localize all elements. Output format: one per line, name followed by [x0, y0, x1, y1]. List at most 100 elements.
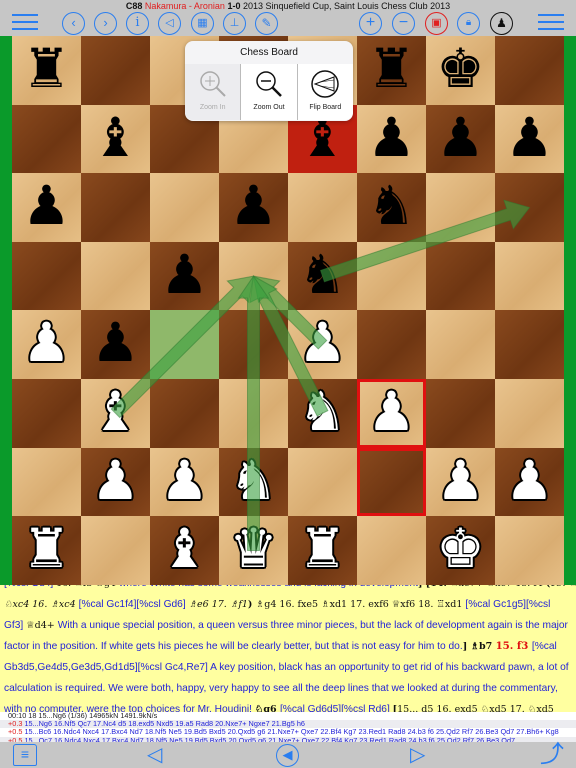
black-pawn-g7[interactable]: ♟ [426, 105, 495, 174]
square-a5[interactable] [12, 241, 81, 311]
menu-right-icon[interactable] [538, 14, 564, 32]
square-a7[interactable] [12, 104, 81, 174]
white-rook-e1[interactable]: ♜ [288, 516, 357, 585]
zoom-minus-icon[interactable]: − [392, 12, 415, 35]
zoom-in-option[interactable]: Zoom In [185, 64, 241, 120]
square-g4[interactable] [426, 310, 495, 379]
white-pawn-e4[interactable]: ♟ [288, 310, 357, 379]
board-icon[interactable]: ▦ [191, 12, 214, 35]
flip-board-option[interactable]: Flip Board [296, 64, 353, 120]
info-icon[interactable]: i [126, 12, 149, 35]
square-b6[interactable] [81, 173, 150, 242]
square-e2[interactable] [288, 447, 357, 517]
forward-icon[interactable]: › [94, 12, 117, 35]
white-pawn-f3[interactable]: ♟ [357, 379, 426, 448]
annotation-move[interactable]: ] [14. [418, 585, 450, 589]
white-pawn-g2[interactable]: ♟ [426, 448, 495, 517]
result: 1-0 [227, 1, 241, 11]
square-h3[interactable] [495, 379, 564, 448]
engine-line[interactable]: +0.5 15...Bc6 16.Ndc4 Nxc4 17.Bxc4 Nd7 1… [0, 728, 576, 737]
square-g3[interactable] [426, 379, 495, 448]
white-pawn-a4[interactable]: ♟ [12, 310, 81, 379]
annotation-move[interactable]: ♗g4 16. fxe5 ♗xd1 17. exf6 ♕xf6 18. ♖xd1 [256, 599, 466, 610]
white-pawn-b2[interactable]: ♟ [81, 448, 150, 517]
engine-chip-icon[interactable]: ▣ [425, 12, 448, 35]
square-g5[interactable] [426, 241, 495, 311]
white-knight-d2[interactable]: ♞ [219, 448, 288, 517]
square-g6[interactable] [426, 173, 495, 242]
square-b1[interactable] [81, 516, 150, 585]
square-h4[interactable] [495, 310, 564, 379]
home-menu-icon[interactable]: ≡ [13, 744, 37, 766]
black-rook-f8[interactable]: ♜ [357, 36, 426, 105]
share-icon[interactable]: ⤴ [540, 743, 564, 767]
black-king-g8[interactable]: ♚ [426, 36, 495, 105]
black-pawn-c5[interactable]: ♟ [150, 242, 219, 311]
white-bishop-c1[interactable]: ♝ [150, 516, 219, 585]
black-knight-f6[interactable]: ♞ [357, 173, 426, 242]
annotation-move[interactable]: 15. ♘c4 [550, 585, 576, 589]
engine-score: +0.3 [8, 720, 23, 729]
eco-code: C88 [125, 1, 143, 11]
black-pawn-a6[interactable]: ♟ [12, 173, 81, 242]
menu-icon[interactable] [12, 14, 38, 32]
engine-line[interactable]: +0.3 15...Ng6 16.Nf5 Qc7 17.Nc4 d5 18.ex… [0, 720, 576, 729]
annotation-move[interactable]: ♘xc4 16. ♗xc4 [4, 599, 79, 610]
black-rook-a8[interactable]: ♜ [12, 36, 81, 105]
analysis-icon[interactable]: ⊥ [223, 12, 246, 35]
white-bishop-b3[interactable]: ♝ [81, 379, 150, 448]
annotation-move[interactable]: ) [248, 599, 256, 610]
square-d4[interactable] [219, 310, 288, 379]
square-b5[interactable] [81, 241, 150, 311]
square-h1[interactable] [495, 516, 564, 585]
annotation-move[interactable]: 16. ♘f3 ♗g4 [56, 585, 119, 589]
flip-icon[interactable]: ◁ [158, 12, 181, 35]
white-pawn-h2[interactable]: ♟ [495, 448, 564, 517]
annotation-move[interactable]: ] ♗b7 [463, 641, 496, 652]
next-move-icon[interactable]: ▷ [410, 744, 425, 766]
square-h6[interactable] [495, 173, 564, 242]
square-c4[interactable] [150, 310, 219, 379]
square-h5[interactable] [495, 241, 564, 311]
square-d5[interactable] [219, 241, 288, 311]
settings-wrench-icon[interactable]: ✎ [255, 12, 278, 35]
white-knight-e3[interactable]: ♞ [288, 379, 357, 448]
bottom-toolbar: ≡ ◁ ◀ ▷ ⤴ [0, 742, 576, 768]
annotation-move[interactable]: ♕d4+ [26, 620, 58, 631]
square-h8[interactable] [495, 36, 564, 105]
white-rook-a1[interactable]: ♜ [12, 516, 81, 585]
black-pawn-h7[interactable]: ♟ [495, 105, 564, 174]
black-pawn-b4[interactable]: ♟ [81, 310, 150, 379]
annotation-move[interactable]: ♗e6 17. ♗f1 [189, 599, 248, 610]
square-c6[interactable] [150, 173, 219, 242]
annotation-move[interactable]: ♘xe7+ ♕xe7 15. f4 [450, 585, 546, 589]
flip-icon[interactable]: ◀ [276, 744, 299, 767]
annotation-move[interactable]: ♘g6 [255, 704, 280, 712]
zoom-out-option[interactable]: Zoom Out [240, 64, 297, 120]
prev-move-icon[interactable]: ◁ [147, 744, 162, 766]
square-f1[interactable] [357, 516, 426, 585]
black-bishop-b7[interactable]: ♝ [81, 105, 150, 174]
square-f4[interactable] [357, 310, 426, 379]
square-e6[interactable] [288, 173, 357, 242]
black-pawn-f7[interactable]: ♟ [357, 105, 426, 174]
black-pawn-d6[interactable]: ♟ [219, 173, 288, 242]
square-b8[interactable] [81, 36, 150, 105]
annotation-move[interactable]: 15. f3 [496, 640, 532, 652]
square-f2[interactable] [357, 447, 426, 517]
square-d3[interactable] [219, 379, 288, 448]
pawn-icon[interactable]: ♟ [490, 12, 513, 35]
zoom-out-icon [241, 64, 296, 104]
back-icon[interactable]: ‹ [62, 12, 85, 35]
white-pawn-c2[interactable]: ♟ [150, 448, 219, 517]
square-a2[interactable] [12, 447, 81, 517]
square-f5[interactable] [357, 241, 426, 311]
square-a3[interactable] [12, 379, 81, 448]
white-king-g1[interactable]: ♚ [426, 516, 495, 585]
square-c3[interactable] [150, 379, 219, 448]
lock-icon[interactable]: 🔒︎ [457, 12, 480, 35]
zoom-plus-icon[interactable]: + [359, 12, 382, 35]
annotation-move[interactable]: 15... d5 16. exd5 ♘xd5 17. ♘xd5 [397, 704, 554, 712]
white-queen-d1[interactable]: ♛ [219, 516, 288, 585]
black-knight-e5[interactable]: ♞ [288, 242, 357, 311]
